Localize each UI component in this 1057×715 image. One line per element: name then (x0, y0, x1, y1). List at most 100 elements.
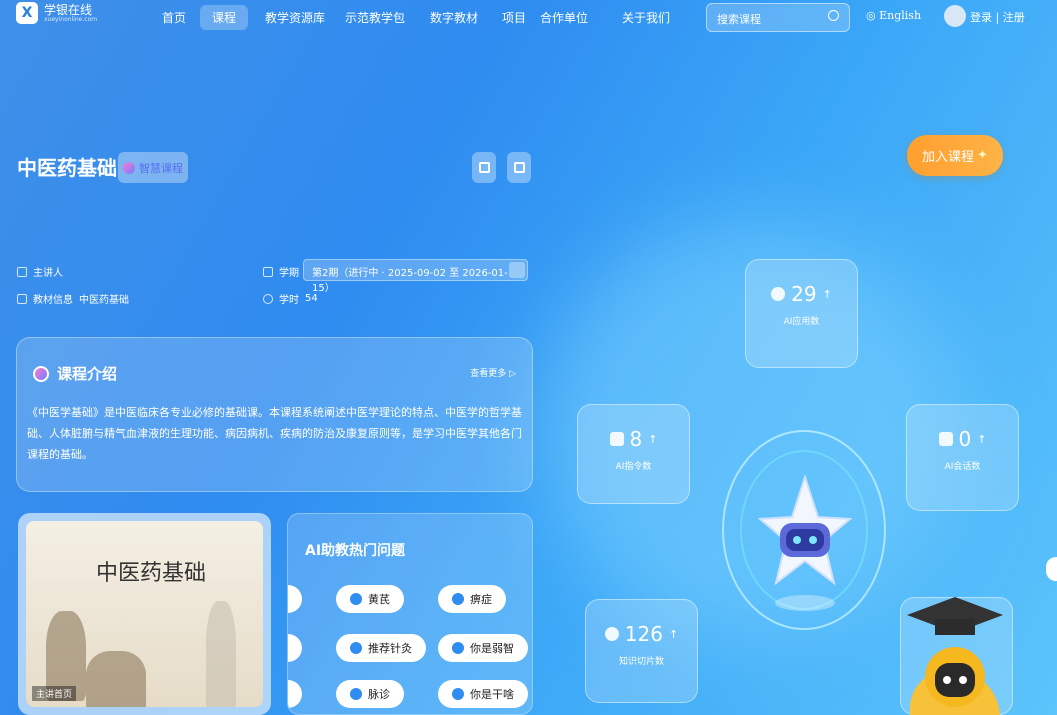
language-switch[interactable]: ◎ English (866, 9, 921, 22)
side-float-button[interactable] (1046, 557, 1057, 581)
up-arrow-icon: ↑ (668, 627, 679, 641)
term-value: 第2期（进行中 · 2025-09-02 至 2026-01-15） (312, 268, 508, 294)
clock-icon (263, 293, 273, 304)
search-placeholder: 搜索课程 (717, 13, 761, 26)
stat-value-row: 126 ↑ (586, 622, 697, 646)
badge-label: 智慧课程 (139, 161, 183, 175)
nav-home[interactable]: 首页 (162, 9, 186, 26)
chat-icon (350, 688, 362, 700)
image-icon (478, 162, 490, 173)
stat-value: 8 (629, 427, 643, 451)
nav-resources[interactable]: 教学资源库 (265, 9, 325, 26)
chip-label: 你是弱智 (470, 642, 514, 655)
login-register-link[interactable]: 登录 | 注册 (970, 9, 1025, 25)
question-chip[interactable]: 推荐针灸 (336, 634, 426, 662)
avatar[interactable] (944, 5, 966, 27)
term-info: 学期 (263, 264, 299, 279)
top-nav: X 学银在线 xueyinonline.com 首页 课程 教学资源库 示范教学… (0, 0, 1057, 36)
chat-icon (452, 593, 464, 605)
hours-info: 学时 54 (263, 291, 318, 306)
chip-label: 推荐针灸 (368, 642, 412, 655)
question-chip[interactable]: 黄芪 (336, 585, 404, 613)
nav-digital-textbooks[interactable]: 数字教材 (430, 9, 478, 26)
textbook-label: 教材信息 (33, 295, 73, 306)
chat-icon (350, 642, 362, 654)
nav-demo-packages[interactable]: 示范教学包 (345, 9, 405, 26)
chat-icon (350, 593, 362, 605)
course-cover[interactable]: 中医药基础 主讲首页 (18, 513, 271, 715)
gear-icon (771, 287, 786, 301)
hours-value: 54 (305, 293, 318, 304)
search-icon[interactable] (828, 10, 839, 21)
stat-value: 0 (958, 427, 972, 451)
lecturer-info: 主讲人 (17, 264, 63, 279)
question-chip[interactable]: 你是干啥 (438, 680, 528, 708)
stat-label: AI指令数 (615, 462, 652, 472)
course-intro-card: 课程介绍 查看更多 ▷ 《中医学基础》是中医临床各专业必修的基础课。本课程系统阐… (16, 337, 533, 492)
term-select[interactable]: 第2期（进行中 · 2025-09-02 至 2026-01-15） (303, 259, 528, 294)
term-label: 学期 (279, 268, 299, 279)
chevron-down-icon[interactable] (509, 262, 525, 278)
nav-about[interactable]: 关于我们 (622, 9, 670, 26)
textbook-value[interactable]: 中医药基础 (79, 291, 129, 306)
question-chip[interactable] (288, 680, 302, 708)
chip-label: 黄芪 (368, 593, 390, 606)
nav-courses[interactable]: 课程 (200, 5, 249, 30)
qr-code-button[interactable] (507, 152, 531, 183)
stat-label: AI应用数 (783, 317, 820, 327)
intro-text: 《中医学基础》是中医临床各专业必修的基础课。本课程系统阐述中医学理论的特点、中医… (27, 406, 522, 461)
chip-label: 痹症 (470, 593, 492, 606)
question-chip[interactable]: 你是弱智 (438, 634, 528, 662)
chat-icon (452, 642, 464, 654)
lecturer-label: 主讲人 (33, 268, 63, 279)
up-arrow-icon: ↑ (822, 287, 832, 301)
cover-image: 中医药基础 主讲首页 (26, 521, 263, 707)
question-chip[interactable]: 脉诊 (336, 680, 404, 708)
nav-projects[interactable]: 项目 (502, 9, 526, 26)
image-button[interactable] (472, 152, 496, 183)
person-icon (17, 266, 27, 277)
join-course-label: 加入课程 (922, 150, 975, 165)
logo-subtitle: xueyinonline.com (44, 15, 98, 23)
logo-text: 学银在线 (44, 2, 93, 17)
stat-value-row: 0 ↑ (907, 427, 1018, 451)
robot-icon (938, 432, 953, 446)
ai-hot-title: AI助教热门问题 (305, 543, 406, 559)
question-chip[interactable]: 痹症 (438, 585, 506, 613)
smart-course-badge: 智慧课程 (118, 152, 188, 183)
stat-value: 29 (791, 282, 817, 306)
chip-label: 脉诊 (368, 688, 390, 701)
stat-value-row: 29 ↑ (746, 282, 857, 306)
textbook-info: 教材信息 中医药基础 (17, 291, 129, 306)
stat-ai-sessions: 0 ↑ AI会话数 (906, 404, 1019, 511)
hours-label: 学时 (279, 295, 299, 306)
graduate-mascot (907, 597, 1003, 715)
intro-icon (33, 365, 49, 382)
question-chip[interactable] (288, 585, 302, 613)
ai-robot-mascot (758, 475, 852, 611)
calendar-icon (263, 266, 273, 277)
chip-label: 你是干啥 (470, 688, 514, 701)
command-icon (609, 432, 624, 446)
site-logo[interactable]: X 学银在线 xueyinonline.com (16, 2, 97, 24)
stat-label: AI会话数 (944, 462, 981, 472)
intro-heading: 课程介绍 (33, 363, 117, 384)
stat-knowledge-slices: 126 ↑ 知识切片数 (585, 599, 698, 703)
up-arrow-icon: ↑ (648, 432, 658, 446)
qr-code-icon (513, 162, 525, 173)
question-chip[interactable] (288, 634, 302, 662)
stat-ai-apps: 29 ↑ AI应用数 (745, 259, 858, 368)
language-label: English (879, 9, 922, 22)
cover-figure (206, 601, 236, 707)
stat-value: 126 (624, 622, 663, 646)
intro-title: 课程介绍 (57, 365, 118, 383)
cover-caption: 主讲首页 (32, 686, 77, 701)
view-more-link[interactable]: 查看更多 ▷ (470, 366, 516, 379)
nav-partners[interactable]: 合作单位 (540, 9, 588, 26)
join-course-button[interactable]: 加入课程 ✦ (907, 135, 1003, 176)
cover-title: 中医药基础 (96, 561, 207, 586)
search-input[interactable]: 搜索课程 (706, 3, 850, 32)
stat-value-row: 8 ↑ (578, 427, 689, 451)
logo-icon: X (16, 2, 38, 24)
cover-figure (86, 651, 146, 707)
